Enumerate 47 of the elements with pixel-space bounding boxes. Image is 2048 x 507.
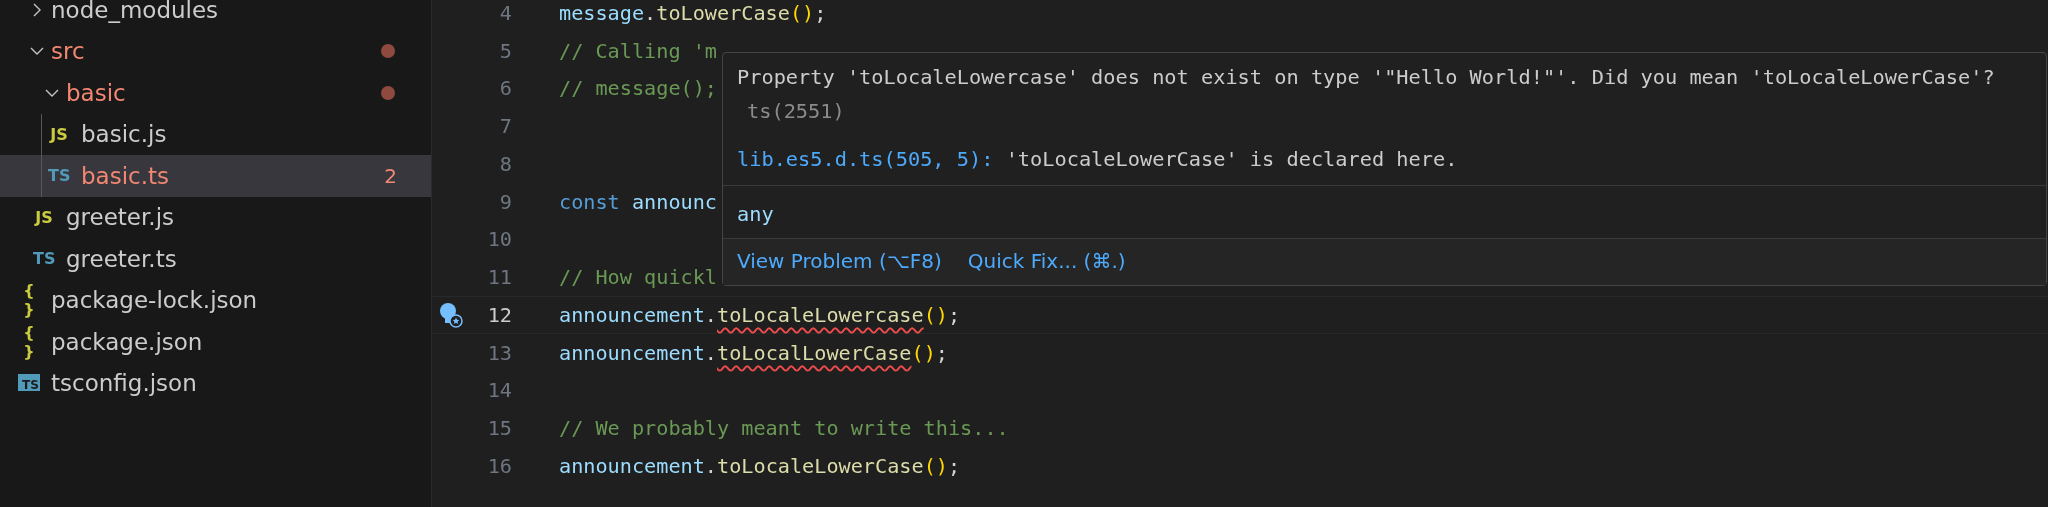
file-item[interactable]: JS greeter.js [0, 196, 431, 238]
file-type-label: TS [48, 166, 70, 186]
code-line: const announc [559, 189, 717, 214]
line-number: 6 [499, 76, 512, 101]
file-item[interactable]: TS greeter.ts [0, 238, 431, 280]
line-number: 9 [499, 189, 512, 214]
code-line: announcement.toLocaleLowercase(); [559, 302, 961, 327]
line-number: 16 [487, 453, 512, 478]
folder-item[interactable]: node_modules [0, 0, 431, 31]
code-line: message.toLowerCase(); [559, 0, 827, 25]
line-number: 15 [487, 416, 512, 441]
code-line: // Calling 'm [559, 38, 717, 63]
folder-item[interactable]: basic [0, 72, 431, 114]
line-number: 11 [487, 265, 512, 290]
file-type-label: { } [22, 322, 36, 361]
line-number: 4 [499, 0, 512, 25]
code-line: // message(); [559, 76, 717, 101]
action-link[interactable]: View Problem (⌥F8) [737, 249, 942, 273]
line-number: 14 [487, 378, 512, 403]
file-type-label: JS [33, 207, 54, 227]
error-code: ts(2551) [746, 99, 845, 123]
file-item[interactable]: TS basic.ts 2 [0, 155, 431, 197]
file-item[interactable]: { } package-lock.json [0, 279, 431, 321]
related-info: lib.es5.d.ts(505, 5): 'toLocaleLowerCase' is declared here. [737, 147, 1459, 171]
file-type-label: TS [33, 249, 55, 269]
file-item[interactable]: TS tsconfig.json [0, 362, 431, 404]
file-type-label: { } [22, 281, 36, 320]
code-line: announcement.toLocalLowerCase(); [559, 340, 948, 365]
file-item[interactable]: { } package.json [0, 321, 431, 363]
code-line: // We probably meant to write this... [559, 416, 1009, 441]
line-number: 12 [487, 302, 512, 327]
error-message: Property 'toLocaleLowercase' does not exist on type '"Hello World!"'. Did you mean 'toLocaleLowerCase'? [737, 65, 1996, 89]
line-number: 7 [499, 114, 512, 139]
action-link[interactable]: Quick Fix... (⌘.) [967, 249, 1126, 273]
line-number: 13 [487, 340, 512, 365]
lightbulb-icon[interactable] [438, 300, 464, 329]
file-type-label: JS [48, 124, 69, 144]
folder-item[interactable]: src [0, 30, 431, 72]
code-line: // How quickl [559, 265, 717, 290]
file-item[interactable]: JS basic.js [0, 113, 431, 155]
line-number: 8 [499, 151, 512, 176]
line-number: 5 [499, 38, 512, 63]
line-number: 10 [487, 227, 512, 252]
config-file-icon: TS [18, 373, 40, 391]
file-location-link[interactable]: lib.es5.d.ts(505, 5): [737, 147, 994, 171]
code-line: announcement.toLocaleLowerCase(); [559, 453, 961, 478]
problem-count: 2 [384, 163, 397, 188]
